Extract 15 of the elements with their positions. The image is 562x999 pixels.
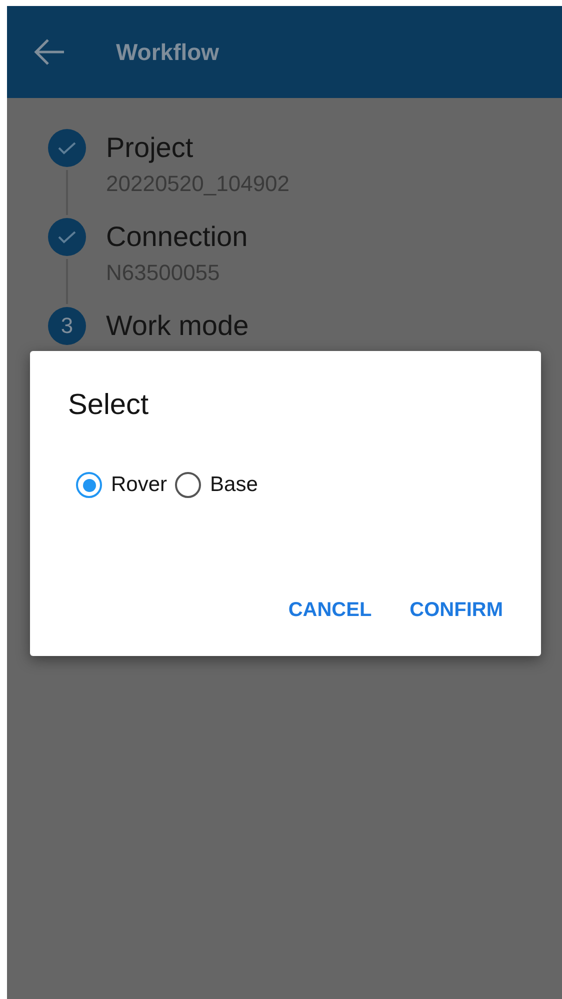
check-icon [57, 141, 77, 155]
dialog-button[interactable]: CANCEL [288, 599, 372, 622]
radio-option[interactable]: Base [175, 472, 258, 498]
step-title: Work mode [106, 309, 249, 343]
screen-title: Workflow [116, 38, 220, 66]
back-arrow-icon[interactable] [34, 38, 66, 66]
step-number: 3 [60, 313, 74, 339]
dialog-button[interactable]: CONFIRM [410, 599, 503, 622]
radio-button[interactable] [76, 472, 102, 498]
step-title: Project [106, 131, 194, 165]
radio-button[interactable] [175, 472, 202, 498]
check-icon [57, 230, 77, 244]
radio-option[interactable]: Rover [76, 472, 168, 498]
step-title: Connection [106, 220, 248, 254]
dialog-title: Select [67, 388, 150, 422]
